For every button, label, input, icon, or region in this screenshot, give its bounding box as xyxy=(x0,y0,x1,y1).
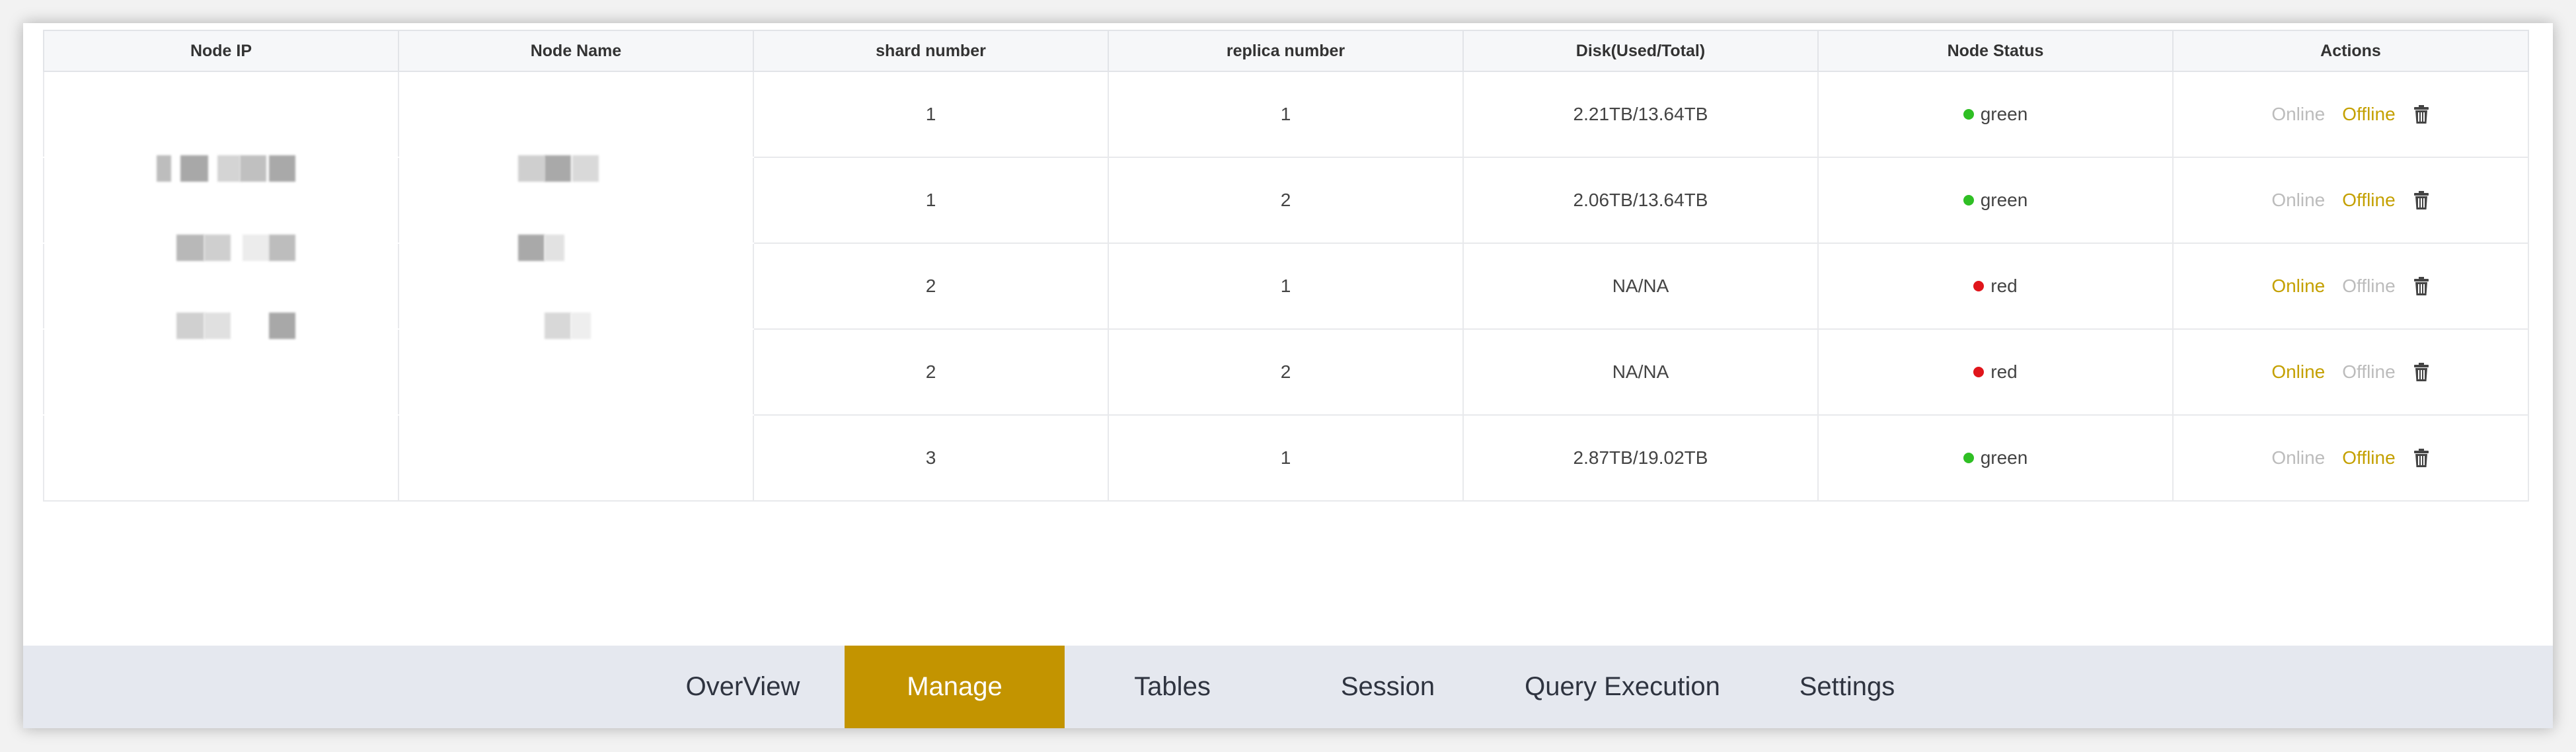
node-status-cell: red xyxy=(1817,328,2174,416)
status-label: red xyxy=(1990,361,2018,382)
tab-settings[interactable]: Settings xyxy=(1755,646,1940,728)
node-name-cell-redacted xyxy=(398,71,754,339)
table-row: 2 1 NA/NA red Online Offline xyxy=(43,243,2529,330)
status-dot-icon xyxy=(1963,452,1974,463)
tab-label: Settings xyxy=(1799,672,1895,701)
replica-number-cell: 1 xyxy=(1108,243,1464,330)
tab-manage[interactable]: Manage xyxy=(845,646,1065,728)
node-status-cell: green xyxy=(1817,71,2174,158)
shard-number-cell: 1 xyxy=(753,157,1109,244)
node-ip-cell-redacted xyxy=(43,71,399,339)
node-name-cell-redacted xyxy=(398,157,754,244)
actions-cell: Online Offline xyxy=(2172,71,2529,158)
column-header-node-status: Node Status xyxy=(1817,30,2174,72)
column-header-node-name: Node Name xyxy=(398,30,754,72)
status-dot-icon xyxy=(1963,194,1974,206)
offline-button[interactable]: Offline xyxy=(2342,190,2395,211)
online-button[interactable]: Online xyxy=(2271,104,2325,125)
app-window: Node IP Node Name shard number replica n… xyxy=(23,23,2553,728)
node-ip-cell-redacted xyxy=(43,414,399,502)
tab-tables[interactable]: Tables xyxy=(1073,646,1271,728)
tab-label: Query Execution xyxy=(1525,672,1720,701)
disk-usage-cell: NA/NA xyxy=(1462,243,1819,330)
column-header-disk: Disk(Used/Total) xyxy=(1462,30,1819,72)
replica-number-cell: 1 xyxy=(1108,71,1464,158)
tab-label: Session xyxy=(1340,672,1435,701)
actions-cell: Online Offline xyxy=(2172,328,2529,416)
replica-number-cell: 2 xyxy=(1108,157,1464,244)
column-header-shard-number: shard number xyxy=(753,30,1109,72)
offline-button[interactable]: Offline xyxy=(2342,447,2395,469)
column-header-node-ip: Node IP xyxy=(43,30,399,72)
node-ip-cell-redacted xyxy=(43,243,399,330)
trash-icon[interactable] xyxy=(2413,362,2430,382)
offline-button[interactable]: Offline xyxy=(2342,104,2395,125)
actions-group: Online Offline xyxy=(2271,190,2429,211)
shard-number-cell: 3 xyxy=(753,414,1109,502)
node-status-cell: red xyxy=(1817,243,2174,330)
actions-cell: Online Offline xyxy=(2172,157,2529,244)
node-ip-cell-redacted xyxy=(43,328,399,416)
table-row: 2 2 NA/NA red Online Offline xyxy=(43,328,2529,416)
online-button[interactable]: Online xyxy=(2271,361,2325,383)
actions-group: Online Offline xyxy=(2271,104,2429,125)
status-dot-icon xyxy=(1973,280,1985,291)
tab-label: Manage xyxy=(907,672,1003,701)
column-header-replica-number: replica number xyxy=(1108,30,1464,72)
online-button[interactable]: Online xyxy=(2271,447,2325,469)
offline-button[interactable]: Offline xyxy=(2342,361,2395,383)
node-status-cell: green xyxy=(1817,414,2174,502)
tab-session[interactable]: Session xyxy=(1282,646,1494,728)
actions-group: Online Offline xyxy=(2271,447,2429,469)
tab-overview[interactable]: OverView xyxy=(651,646,835,728)
online-button[interactable]: Online xyxy=(2271,276,2325,297)
table-row: 1 2 2.06TB/13.64TB green Online Offline xyxy=(43,157,2529,244)
shard-number-cell: 2 xyxy=(753,243,1109,330)
node-ip-cell-redacted xyxy=(43,157,399,244)
bottom-nav-bar: OverView Manage Tables Session Query Exe… xyxy=(23,646,2553,728)
actions-group: Online Offline xyxy=(2271,361,2429,383)
node-status-cell: green xyxy=(1817,157,2174,244)
table-row: 1 1 2.21TB/13.64TB green Online Offline xyxy=(43,71,2529,339)
disk-usage-cell: NA/NA xyxy=(1462,328,1819,416)
status-label: green xyxy=(1980,447,2028,468)
table-row: 3 1 2.87TB/19.02TB green Online Offline xyxy=(43,414,2529,502)
node-name-cell-redacted xyxy=(398,243,754,330)
disk-usage-cell: 2.06TB/13.64TB xyxy=(1462,157,1819,244)
status-label: red xyxy=(1990,276,2018,296)
trash-icon[interactable] xyxy=(2413,190,2430,210)
trash-icon[interactable] xyxy=(2413,448,2430,468)
actions-cell: Online Offline xyxy=(2172,414,2529,502)
disk-usage-cell: 2.87TB/19.02TB xyxy=(1462,414,1819,502)
shard-number-cell: 1 xyxy=(753,71,1109,158)
node-name-cell-redacted xyxy=(398,414,754,502)
disk-usage-cell: 2.21TB/13.64TB xyxy=(1462,71,1819,158)
status-dot-icon xyxy=(1973,366,1985,377)
status-dot-icon xyxy=(1963,108,1974,120)
replica-number-cell: 2 xyxy=(1108,328,1464,416)
trash-icon[interactable] xyxy=(2413,104,2430,124)
node-name-cell-redacted xyxy=(398,328,754,416)
actions-group: Online Offline xyxy=(2271,276,2429,297)
online-button[interactable]: Online xyxy=(2271,190,2325,211)
nodes-table: Node IP Node Name shard number replica n… xyxy=(43,30,2529,502)
actions-cell: Online Offline xyxy=(2172,243,2529,330)
status-label: green xyxy=(1980,104,2028,124)
status-label: green xyxy=(1980,190,2028,210)
tab-label: Tables xyxy=(1134,672,1211,701)
tab-query-execution[interactable]: Query Execution xyxy=(1503,646,1741,728)
column-header-actions: Actions xyxy=(2172,30,2529,72)
shard-number-cell: 2 xyxy=(753,328,1109,416)
replica-number-cell: 1 xyxy=(1108,414,1464,502)
trash-icon[interactable] xyxy=(2413,276,2430,296)
table-header-row: Node IP Node Name shard number replica n… xyxy=(43,30,2529,72)
tab-label: OverView xyxy=(685,672,800,701)
offline-button[interactable]: Offline xyxy=(2342,276,2395,297)
